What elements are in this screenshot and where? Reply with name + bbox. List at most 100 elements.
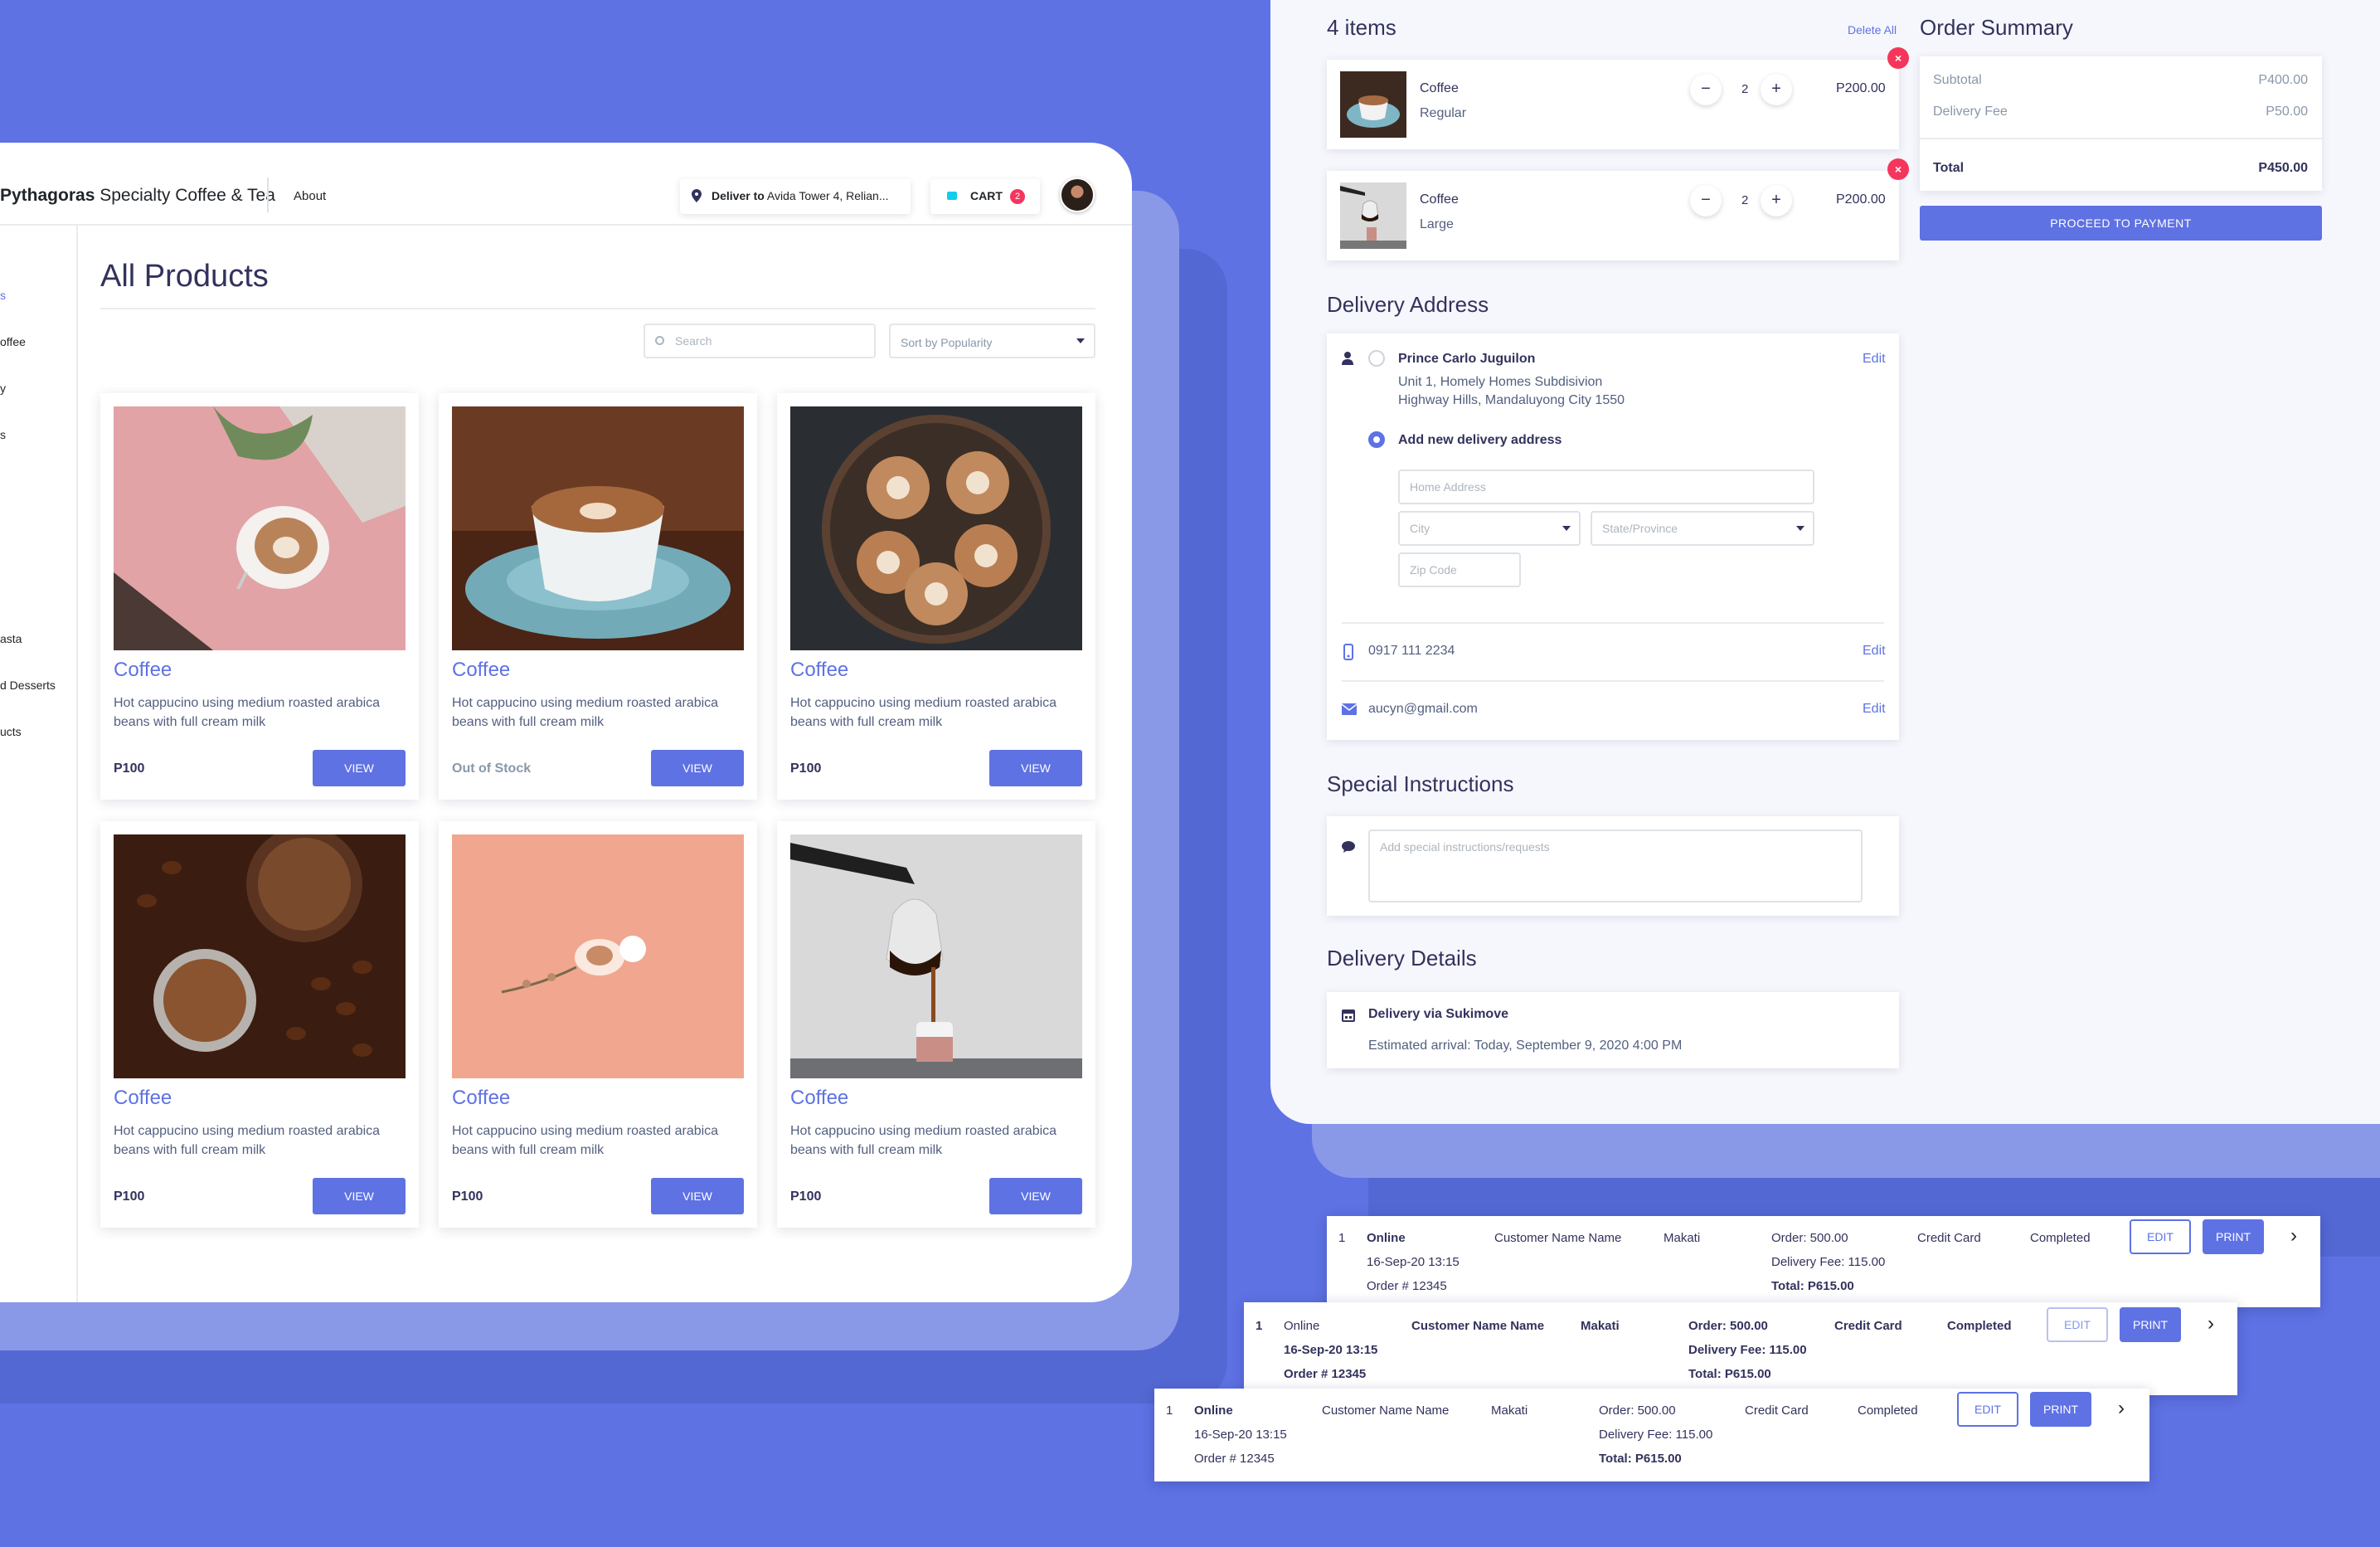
sort-dropdown[interactable]: Sort by Popularity bbox=[889, 324, 1095, 358]
edit-order-button[interactable]: EDIT bbox=[2047, 1307, 2108, 1342]
product-thumbnail bbox=[1340, 71, 1406, 138]
nav-about-link[interactable]: About bbox=[294, 189, 326, 203]
new-address-radio[interactable] bbox=[1368, 431, 1385, 448]
address-radio[interactable] bbox=[1368, 350, 1385, 367]
cart-item-name: Coffee bbox=[1420, 192, 1459, 207]
divider bbox=[100, 308, 1095, 309]
order-total: Total: P615.00 bbox=[1688, 1367, 1771, 1381]
order-row[interactable]: 1 Online 16-Sep-20 13:15 Order # 12345 C… bbox=[1244, 1302, 2237, 1395]
chevron-right-icon[interactable]: › bbox=[2208, 1312, 2214, 1335]
edit-phone-link[interactable]: Edit bbox=[1863, 644, 1886, 659]
delivery-fee-value: P50.00 bbox=[2266, 105, 2308, 119]
cart-icon bbox=[947, 192, 957, 200]
view-button[interactable]: VIEW bbox=[313, 750, 406, 786]
order-status: Completed bbox=[2030, 1231, 2091, 1245]
print-order-button[interactable]: PRINT bbox=[2203, 1219, 2264, 1254]
print-order-button[interactable]: PRINT bbox=[2120, 1307, 2181, 1342]
sidebar-item[interactable]: y bbox=[0, 382, 6, 395]
product-card[interactable]: Coffee Hot cappucino using medium roaste… bbox=[100, 821, 419, 1228]
sidebar-item[interactable]: asta bbox=[0, 632, 22, 645]
state-select[interactable]: State/Province bbox=[1591, 511, 1814, 546]
cart-item-price: P200.00 bbox=[1836, 81, 1886, 95]
order-row[interactable]: 1 Online 16-Sep-20 13:15 Order # 12345 C… bbox=[1154, 1389, 2149, 1481]
sidebar-item[interactable]: s bbox=[0, 428, 6, 441]
order-type: Online bbox=[1194, 1403, 1233, 1418]
delivery-address-heading: Delivery Address bbox=[1327, 292, 1489, 317]
increase-qty-button[interactable]: + bbox=[1761, 74, 1792, 105]
proceed-to-payment-button[interactable]: PROCEED TO PAYMENT bbox=[1920, 206, 2322, 241]
remove-item-button[interactable]: × bbox=[1887, 158, 1909, 180]
cart-item-name: Coffee bbox=[1420, 81, 1459, 95]
total-label: Total bbox=[1933, 161, 1965, 175]
order-city: Makati bbox=[1491, 1403, 1528, 1418]
product-description: Hot cappucino using medium roasted arabi… bbox=[452, 696, 719, 729]
product-description: Hot cappucino using medium roasted arabi… bbox=[114, 1124, 381, 1157]
view-button[interactable]: VIEW bbox=[313, 1178, 406, 1214]
order-id: Order # 12345 bbox=[1284, 1367, 1367, 1381]
calendar-icon bbox=[1342, 1009, 1355, 1022]
sidebar-item[interactable]: s bbox=[0, 289, 6, 302]
order-city: Makati bbox=[1581, 1319, 1620, 1333]
product-card[interactable]: Coffee Hot cappucino using medium roaste… bbox=[439, 821, 757, 1228]
edit-email-link[interactable]: Edit bbox=[1863, 702, 1886, 717]
cart-item-size: Regular bbox=[1420, 106, 1467, 120]
order-date: 16-Sep-20 13:15 bbox=[1284, 1343, 1378, 1357]
print-order-button[interactable]: PRINT bbox=[2030, 1392, 2091, 1427]
product-price: P100 bbox=[790, 761, 822, 776]
top-navbar: Pythagoras Specialty Coffee & Tea About … bbox=[0, 143, 1132, 226]
search-input[interactable]: Search bbox=[644, 324, 876, 358]
home-address-field[interactable]: Home Address bbox=[1398, 469, 1814, 504]
location-pin-icon bbox=[692, 189, 702, 202]
remove-item-button[interactable]: × bbox=[1887, 47, 1909, 69]
product-card[interactable]: Coffee Hot cappucino using medium roaste… bbox=[439, 393, 757, 800]
email-address: aucyn@gmail.com bbox=[1368, 702, 1478, 716]
zip-code-field[interactable]: Zip Code bbox=[1398, 552, 1521, 587]
product-image bbox=[114, 834, 406, 1078]
brand-name[interactable]: Pythagoras Specialty Coffee & Tea bbox=[0, 186, 275, 206]
subtotal-value: P400.00 bbox=[2258, 73, 2308, 87]
delivery-fee: Delivery Fee: 115.00 bbox=[1771, 1255, 1886, 1269]
add-new-address-label[interactable]: Add new delivery address bbox=[1398, 433, 1562, 448]
product-price: P100 bbox=[790, 1189, 822, 1204]
order-id: Order # 12345 bbox=[1194, 1452, 1275, 1466]
increase-qty-button[interactable]: + bbox=[1761, 185, 1792, 216]
edit-order-button[interactable]: EDIT bbox=[2130, 1219, 2191, 1254]
view-button[interactable]: VIEW bbox=[989, 1178, 1082, 1214]
order-row[interactable]: 1 Online 16-Sep-20 13:15 Order # 12345 C… bbox=[1327, 1216, 2320, 1307]
order-summary-heading: Order Summary bbox=[1920, 15, 2073, 40]
chevron-right-icon[interactable]: › bbox=[2290, 1224, 2297, 1248]
user-avatar[interactable] bbox=[1060, 178, 1095, 212]
city-select[interactable]: City bbox=[1398, 511, 1581, 546]
product-name: Coffee bbox=[452, 659, 511, 681]
edit-order-button[interactable]: EDIT bbox=[1957, 1392, 2018, 1427]
product-card[interactable]: Coffee Hot cappucino using medium roaste… bbox=[777, 393, 1095, 800]
chevron-down-icon bbox=[1562, 526, 1571, 531]
decrease-qty-button[interactable]: − bbox=[1690, 185, 1722, 216]
cart-button[interactable]: CART 2 bbox=[930, 179, 1040, 214]
product-card[interactable]: Coffee Hot cappucino using medium roaste… bbox=[777, 821, 1095, 1228]
product-card[interactable]: Coffee Hot cappucino using medium roaste… bbox=[100, 393, 419, 800]
sidebar-item[interactable]: ucts bbox=[0, 725, 22, 738]
special-instructions-textarea[interactable]: Add special instructions/requests bbox=[1368, 829, 1863, 902]
deliver-to-selector[interactable]: Deliver to Avida Tower 4, Relian... bbox=[680, 179, 911, 214]
payment-method: Credit Card bbox=[1917, 1231, 1981, 1245]
view-button[interactable]: VIEW bbox=[651, 750, 744, 786]
chevron-right-icon[interactable]: › bbox=[2118, 1397, 2125, 1420]
product-name: Coffee bbox=[790, 1087, 849, 1109]
cart-item-size: Large bbox=[1420, 217, 1454, 231]
decrease-qty-button[interactable]: − bbox=[1690, 74, 1722, 105]
page-title: All Products bbox=[100, 259, 269, 294]
order-date: 16-Sep-20 13:15 bbox=[1367, 1255, 1460, 1269]
order-summary-card: Subtotal P400.00 Delivery Fee P50.00 Tot… bbox=[1920, 56, 2322, 191]
edit-address-link[interactable]: Edit bbox=[1863, 352, 1886, 367]
order-id: Order # 12345 bbox=[1367, 1279, 1447, 1293]
chevron-down-icon bbox=[1796, 526, 1804, 531]
sidebar-item[interactable]: offee bbox=[0, 335, 26, 348]
cart-items-heading: 4 items bbox=[1327, 15, 1396, 40]
view-button[interactable]: VIEW bbox=[989, 750, 1082, 786]
sidebar-item[interactable]: d Desserts bbox=[0, 679, 56, 692]
delete-all-link[interactable]: Delete All bbox=[1848, 23, 1897, 36]
delivery-fee: Delivery Fee: 115.00 bbox=[1688, 1343, 1807, 1357]
customer-name: Customer Name Name bbox=[1494, 1231, 1622, 1245]
view-button[interactable]: VIEW bbox=[651, 1178, 744, 1214]
